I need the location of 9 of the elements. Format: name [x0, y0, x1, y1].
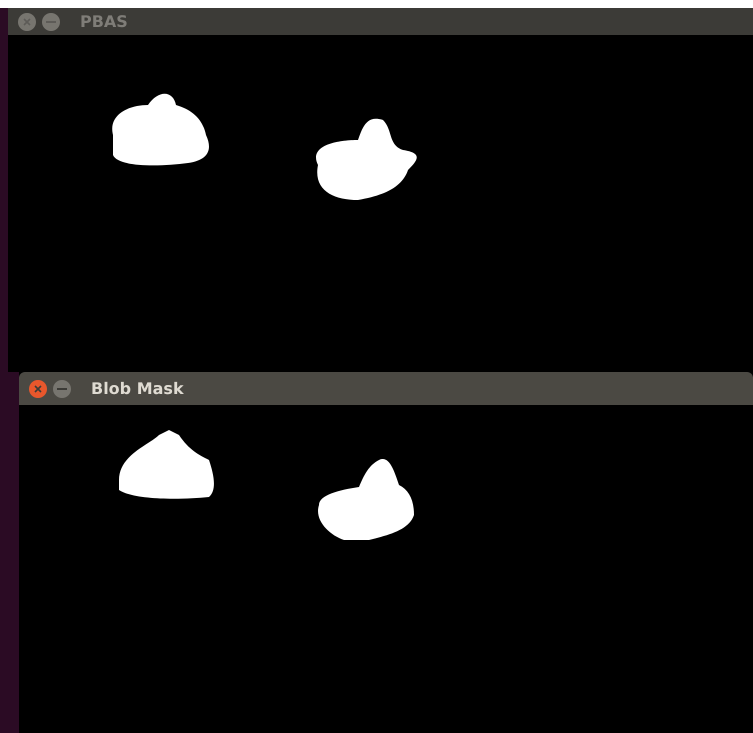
minimize-button[interactable] [42, 12, 60, 30]
minimize-button[interactable] [53, 380, 71, 398]
minimize-icon [57, 388, 67, 390]
close-button[interactable] [18, 12, 36, 30]
close-icon [34, 384, 42, 392]
window-title: Blob Mask [91, 379, 184, 398]
close-icon [23, 18, 31, 26]
window-title: PBAS [80, 12, 128, 31]
close-button[interactable] [29, 380, 47, 398]
